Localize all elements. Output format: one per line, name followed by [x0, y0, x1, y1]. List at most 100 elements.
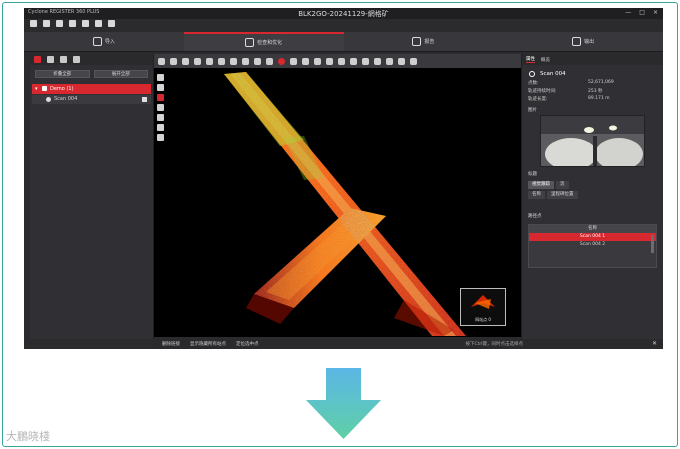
ruler-icon[interactable] [374, 57, 381, 65]
step-report[interactable]: 报告 [344, 32, 504, 51]
select-icon[interactable] [158, 57, 165, 65]
down-arrow-icon [306, 368, 381, 439]
property-value: 253 秒 [588, 89, 603, 94]
top-view-icon[interactable] [157, 114, 164, 121]
delete-link-button[interactable]: 删除链接 [162, 341, 180, 347]
visibility-checkbox[interactable] [142, 97, 147, 102]
chevron-down-icon[interactable]: ▾ [35, 84, 38, 94]
cube-icon[interactable] [194, 57, 201, 65]
tree-item-setup[interactable]: ▾ Demo (1) [32, 84, 151, 94]
collapse-all-button[interactable]: 折叠全部 [35, 70, 90, 78]
step-import[interactable]: 导入 [24, 32, 184, 51]
minimap-thumbnail[interactable]: 网站点 0 [460, 288, 506, 326]
open-project-icon[interactable] [43, 20, 50, 27]
tree-scan-label: Scan 004 [54, 96, 78, 102]
step-review-optimize[interactable]: 检查和优化 [183, 32, 344, 51]
left-panel-tabs [30, 54, 153, 65]
property-value: 89.171 m [588, 96, 610, 101]
show-hide-setups-button[interactable]: 显示隐藏所有站点 [190, 341, 226, 347]
close-button[interactable]: × [653, 9, 658, 16]
step-report-label: 报告 [424, 39, 435, 45]
tab-properties[interactable]: 属性 [526, 56, 535, 63]
light-icon[interactable] [386, 57, 393, 65]
axis-icon[interactable] [362, 57, 369, 65]
help-icon[interactable] [108, 20, 115, 27]
label-section: 标题 [528, 172, 537, 177]
orbit-icon[interactable] [157, 94, 164, 101]
filter-icon[interactable] [73, 56, 80, 63]
pan-icon[interactable] [157, 84, 164, 91]
list-item[interactable]: Scan 004 1 [529, 233, 656, 241]
left-panel: 折叠全部 展开全部 ▾ Demo (1) Scan 004 [30, 54, 154, 339]
settings-icon[interactable] [69, 20, 76, 27]
property-key: 轨迹持续时间: [528, 89, 557, 94]
target-icon[interactable] [278, 57, 285, 65]
import-icon[interactable] [82, 20, 89, 27]
cloud-icon[interactable] [157, 134, 164, 141]
new-project-icon[interactable] [30, 20, 37, 27]
cross-icon[interactable] [182, 57, 189, 65]
column-name: 名称 [528, 191, 545, 199]
viewport-status-bar: 删除链接 显示隐藏所有站点 定位选中点 按下Ctrl键，同时点击选择点 ✕ [154, 339, 663, 349]
fit-view-icon[interactable] [157, 104, 164, 111]
camera-icon[interactable] [302, 57, 309, 65]
property-row: 点数: 52,671,069 [522, 79, 663, 87]
maximize-button[interactable]: □ [639, 9, 645, 16]
step-export-label: 输出 [584, 39, 595, 45]
tree-item-scan[interactable]: Scan 004 [32, 95, 151, 104]
list-item[interactable]: Scan 004 2 [529, 241, 656, 249]
rotate-icon[interactable] [338, 57, 345, 65]
music-icon[interactable] [398, 57, 405, 65]
scan-title-text: Scan 004 [540, 71, 566, 77]
subtab-visual-tracking[interactable]: 视觉跟踪 [528, 181, 554, 189]
label-columns: 名称 里程碑位置 [528, 191, 657, 199]
pencil-icon[interactable] [254, 57, 261, 65]
close-icon[interactable]: ✕ [652, 340, 657, 347]
step-import-label: 导入 [104, 39, 115, 45]
navigate-icon[interactable] [157, 124, 164, 131]
minimize-button[interactable]: — [625, 9, 631, 16]
property-row: 轨迹长度: 89.171 m [522, 95, 663, 103]
subtab-flow[interactable]: 流 [556, 181, 569, 189]
fence-icon[interactable] [206, 57, 213, 65]
viewport-toolbar [154, 54, 521, 68]
measure-icon[interactable] [290, 57, 297, 65]
layers-icon[interactable] [60, 56, 67, 63]
box-icon[interactable] [230, 57, 237, 65]
image-section-label: 图片 [528, 108, 537, 113]
undo-icon[interactable] [266, 57, 273, 65]
minimap-render [471, 295, 495, 309]
step-export[interactable]: 输出 [503, 32, 663, 51]
document-title: BLK2GO-20241129-網格矿 [298, 10, 389, 18]
link-icon[interactable] [47, 56, 54, 63]
scan-title: Scan 004 [522, 65, 663, 79]
crop-icon[interactable] [218, 57, 225, 65]
path-section-label: 路径点 [528, 214, 542, 219]
search-icon [245, 38, 255, 47]
panorama-image[interactable] [540, 115, 645, 167]
property-key: 轨迹长度: [528, 97, 548, 102]
watermark: 大鵬晓棧 [6, 430, 50, 443]
export-icon[interactable] [95, 20, 102, 27]
right-panel-tabs: 属性 概览 [522, 54, 663, 65]
tab-overview[interactable]: 概览 [541, 57, 550, 63]
pin-icon[interactable] [314, 57, 321, 65]
tree-root-label: Demo (1) [50, 86, 74, 92]
eye-icon[interactable] [326, 57, 333, 65]
link-tool-icon[interactable] [170, 57, 177, 65]
property-key: 点数: [528, 81, 539, 86]
project-tree-icon[interactable] [34, 56, 41, 63]
label-subtabs: 视觉跟踪 流 [528, 181, 657, 189]
refresh-icon[interactable] [350, 57, 357, 65]
column-milestone: 里程碑位置 [547, 191, 578, 199]
pointer-icon[interactable] [157, 74, 164, 81]
export-view-icon[interactable] [410, 57, 417, 65]
right-panel: 属性 概览 Scan 004 点数: 52,671,069 轨迹持续时间: 25… [521, 54, 663, 339]
list-scrollbar[interactable] [651, 235, 654, 253]
grid-icon[interactable] [242, 57, 249, 65]
save-icon[interactable] [56, 20, 63, 27]
point-cloud-viewport[interactable]: 网站点 0 [154, 68, 521, 337]
locate-selected-button[interactable]: 定位选中点 [236, 341, 259, 347]
path-points-list: 名称 Scan 004 1 Scan 004 2 [528, 224, 657, 268]
expand-all-button[interactable]: 展开全部 [93, 70, 148, 78]
